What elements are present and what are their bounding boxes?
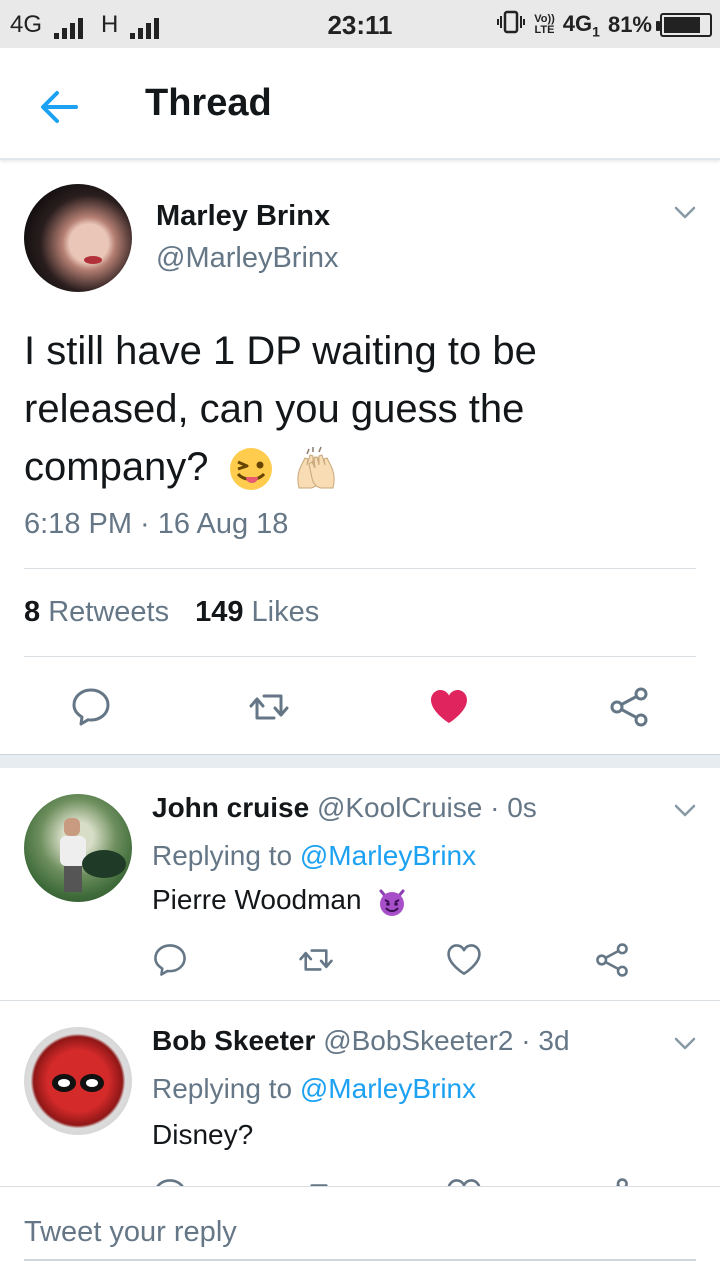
like-stat[interactable]: 149 Likes bbox=[195, 596, 319, 629]
tweet-text: I still have 1 DP waiting to be released… bbox=[24, 322, 684, 496]
main-tweet: Marley Brinx @MarleyBrinx I still have 1… bbox=[0, 162, 720, 754]
reply-icon[interactable] bbox=[152, 1177, 188, 1186]
tweet-author-name[interactable]: Marley Brinx bbox=[156, 200, 330, 233]
reply-text-content: Pierre Woodman bbox=[152, 884, 362, 915]
like-count: 149 bbox=[195, 596, 244, 628]
reply-icon[interactable] bbox=[152, 942, 188, 978]
heart-icon[interactable] bbox=[446, 1177, 482, 1186]
retweet-icon[interactable] bbox=[298, 942, 334, 978]
reply-header: John cruise @KoolCruise · 0s bbox=[152, 792, 537, 824]
retweet-label: Retweets bbox=[48, 596, 170, 628]
share-icon[interactable] bbox=[594, 1177, 630, 1186]
volte-indicator: Vo)) LTE bbox=[534, 14, 555, 36]
replying-to: Replying to @MarleyBrinx bbox=[152, 1073, 476, 1105]
reply-tweet[interactable]: John cruise @KoolCruise · 0s Replying to… bbox=[0, 768, 720, 1000]
arrow-left-icon[interactable] bbox=[38, 86, 80, 128]
battery-percent: 81% bbox=[607, 12, 652, 37]
reply-input[interactable] bbox=[24, 1205, 696, 1261]
reply-author-handle[interactable]: @BobSkeeter2 · 3d bbox=[323, 1025, 569, 1056]
retweet-icon[interactable] bbox=[298, 1177, 334, 1186]
retweet-stat[interactable]: 8 Retweets bbox=[24, 596, 169, 629]
reply-author-name[interactable]: John cruise bbox=[152, 792, 309, 823]
status-bar: 4G H 23:11 Vo)) LTE 4G1 81% bbox=[0, 0, 720, 48]
like-label: Likes bbox=[251, 596, 320, 628]
battery-icon bbox=[656, 13, 712, 37]
replying-to-prefix: Replying to bbox=[152, 1073, 293, 1104]
thread-separator bbox=[0, 754, 720, 768]
replying-to-prefix: Replying to bbox=[152, 840, 293, 871]
share-icon[interactable] bbox=[594, 942, 630, 978]
reply-tweet[interactable]: Bob Skeeter @BobSkeeter2 · 3d Replying t… bbox=[0, 1001, 720, 1186]
status-right: Vo)) LTE 4G1 81% bbox=[496, 10, 712, 40]
heart-icon[interactable] bbox=[428, 686, 470, 728]
reply-author-handle[interactable]: @KoolCruise · 0s bbox=[317, 792, 537, 823]
replying-to-mention[interactable]: @MarleyBrinx bbox=[300, 840, 476, 871]
chevron-down-icon[interactable] bbox=[674, 1037, 696, 1051]
vibrate-icon bbox=[496, 10, 526, 40]
heart-icon[interactable] bbox=[446, 942, 482, 978]
tweet-timestamp: 6:18 PM · 16 Aug 18 bbox=[24, 508, 289, 540]
chevron-down-icon[interactable] bbox=[674, 804, 696, 818]
raising-hands-emoji bbox=[297, 447, 335, 489]
battery-fill bbox=[664, 17, 700, 33]
tweet-author-handle[interactable]: @MarleyBrinx bbox=[156, 242, 339, 275]
replying-to: Replying to @MarleyBrinx bbox=[152, 840, 476, 872]
avatar[interactable] bbox=[24, 1027, 132, 1135]
tweet-text-content: I still have 1 DP waiting to be released… bbox=[24, 329, 537, 489]
reply-composer bbox=[0, 1186, 720, 1280]
reply-text: Disney? bbox=[152, 1119, 254, 1150]
network-right-sub: 1 bbox=[592, 23, 600, 40]
reply-icon[interactable] bbox=[70, 686, 112, 728]
winking-face-with-tongue-emoji bbox=[229, 448, 272, 491]
volte-bottom: LTE bbox=[534, 24, 555, 36]
reply-author-name[interactable]: Bob Skeeter bbox=[152, 1025, 315, 1056]
tweet-stats: 8 Retweets 149 Likes bbox=[24, 596, 319, 629]
network-label-right: 4G1 bbox=[563, 11, 600, 39]
reply-header: Bob Skeeter @BobSkeeter2 · 3d bbox=[152, 1025, 570, 1057]
reply-text: Pierre Woodman bbox=[152, 884, 407, 917]
page-title: Thread bbox=[145, 82, 272, 124]
network-right: 4G bbox=[562, 10, 593, 36]
replying-to-mention[interactable]: @MarleyBrinx bbox=[300, 1073, 476, 1104]
divider bbox=[24, 656, 696, 657]
share-icon[interactable] bbox=[608, 686, 650, 728]
smiling-face-with-horns-emoji bbox=[379, 889, 405, 916]
chevron-down-icon[interactable] bbox=[674, 206, 696, 220]
divider bbox=[24, 568, 696, 569]
retweet-icon[interactable] bbox=[248, 686, 290, 728]
avatar[interactable] bbox=[24, 184, 132, 292]
retweet-count: 8 bbox=[24, 596, 41, 628]
header: Thread bbox=[0, 48, 720, 160]
avatar[interactable] bbox=[24, 794, 132, 902]
